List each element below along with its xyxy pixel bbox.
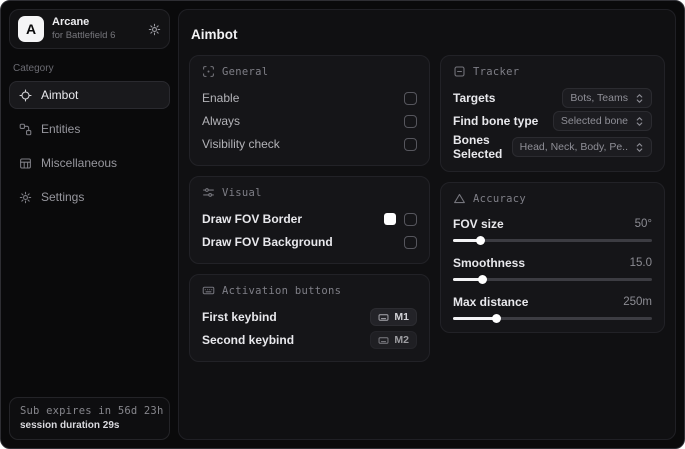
card-title: Accuracy [473, 192, 526, 205]
sliders-icon [202, 186, 215, 199]
setting-row-visibility-check: Visibility check [202, 133, 417, 155]
chevron-up-down-icon [635, 142, 644, 153]
targets-select[interactable]: Bots, Teams [562, 88, 652, 108]
bones-selected-select[interactable]: Head, Neck, Body, Pe.. [511, 137, 652, 157]
card-accuracy: Accuracy FOV size 50° Smoothness 15.0 Ma… [440, 182, 665, 333]
keyboard-icon [378, 335, 389, 346]
sidebar-item-miscellaneous[interactable]: Miscellaneous [9, 149, 170, 177]
session-duration-text: session duration 29s [20, 420, 120, 431]
setting-row-max-distance: Max distance 250m [453, 292, 652, 323]
max-distance-slider[interactable] [453, 314, 652, 323]
enable-checkbox[interactable] [404, 91, 417, 105]
fov-background-checkbox[interactable] [404, 235, 417, 249]
setting-row-second-keybind: Second keybind M2 [202, 329, 417, 351]
main-panel: Aimbot General Enable Always Visibility … [178, 9, 676, 440]
crosshair-icon [19, 88, 32, 102]
card-title: General [222, 65, 269, 78]
setting-row-enable: Enable [202, 87, 417, 109]
card-title: Activation buttons [222, 284, 342, 297]
app-window: A Arcane for Battlefield 6 Category Aimb… [0, 0, 685, 449]
card-title: Visual [222, 186, 262, 199]
setting-row-targets: Targets Bots, Teams [453, 87, 652, 109]
smoothness-value: 15.0 [629, 257, 652, 269]
frame-minus-icon [453, 65, 466, 78]
sidebar: A Arcane for Battlefield 6 Category Aimb… [1, 1, 178, 448]
keyboard-icon [378, 312, 389, 323]
always-checkbox[interactable] [404, 114, 417, 128]
setting-row-smoothness: Smoothness 15.0 [453, 253, 652, 284]
keyboard-icon [202, 284, 215, 297]
fov-border-color-swatch[interactable] [384, 213, 396, 225]
find-bone-type-select[interactable]: Selected bone [552, 111, 652, 131]
fov-size-slider[interactable] [453, 236, 652, 245]
setting-row-bones-selected: Bones Selected Head, Neck, Body, Pe.. [453, 133, 652, 161]
category-label: Category [13, 63, 54, 74]
chevron-up-down-icon [635, 116, 644, 127]
sidebar-item-settings[interactable]: Settings [9, 183, 170, 211]
smoothness-slider[interactable] [453, 275, 652, 284]
second-keybind-button[interactable]: M2 [370, 331, 417, 349]
main-area: Aimbot General Enable Always Visibility … [178, 1, 684, 448]
setting-row-fov-border: Draw FOV Border [202, 208, 417, 230]
sidebar-item-label: Settings [41, 190, 85, 204]
setting-row-find-bone-type: Find bone type Selected bone [453, 110, 652, 132]
setting-row-always: Always [202, 110, 417, 132]
sidebar-item-aimbot[interactable]: Aimbot [9, 81, 170, 109]
sidebar-nav: Aimbot Entities Miscellaneous Settings [9, 81, 170, 211]
sidebar-item-entities[interactable]: Entities [9, 115, 170, 143]
sidebar-item-label: Entities [41, 122, 81, 136]
fov-size-value: 50° [634, 218, 652, 230]
page-title: Aimbot [191, 27, 238, 42]
fov-border-checkbox[interactable] [404, 212, 417, 226]
sidebar-item-label: Miscellaneous [41, 156, 118, 170]
subscription-info: Sub expires in 56d 23h session duration … [9, 397, 170, 440]
card-tracker: Tracker Targets Bots, Teams Find bone ty… [440, 55, 665, 172]
setting-row-fov-size: FOV size 50° [453, 214, 652, 245]
triangle-icon [453, 192, 466, 205]
app-logo: A [18, 16, 44, 42]
first-keybind-button[interactable]: M1 [370, 308, 417, 326]
grid-icon [19, 157, 32, 170]
entities-icon [19, 123, 32, 136]
app-name: Arcane [52, 16, 90, 29]
card-general: General Enable Always Visibility check [189, 55, 430, 166]
app-subtitle: for Battlefield 6 [52, 30, 116, 42]
setting-row-first-keybind: First keybind M1 [202, 306, 417, 328]
sub-expires-text: Sub expires in 56d 23h [20, 405, 164, 417]
max-distance-value: 250m [623, 296, 652, 308]
sidebar-item-label: Aimbot [41, 88, 79, 102]
scan-icon [202, 65, 215, 78]
card-activation-buttons: Activation buttons First keybind M1 Seco… [189, 274, 430, 362]
gear-icon[interactable] [148, 23, 161, 36]
chevron-up-down-icon [635, 93, 644, 104]
setting-row-fov-background: Draw FOV Background [202, 231, 417, 253]
brand-card: A Arcane for Battlefield 6 [9, 9, 170, 49]
gear-icon [19, 191, 32, 204]
card-title: Tracker [473, 65, 520, 78]
visibility-check-checkbox[interactable] [404, 137, 417, 151]
card-visual: Visual Draw FOV Border Draw FOV Backgrou… [189, 176, 430, 264]
